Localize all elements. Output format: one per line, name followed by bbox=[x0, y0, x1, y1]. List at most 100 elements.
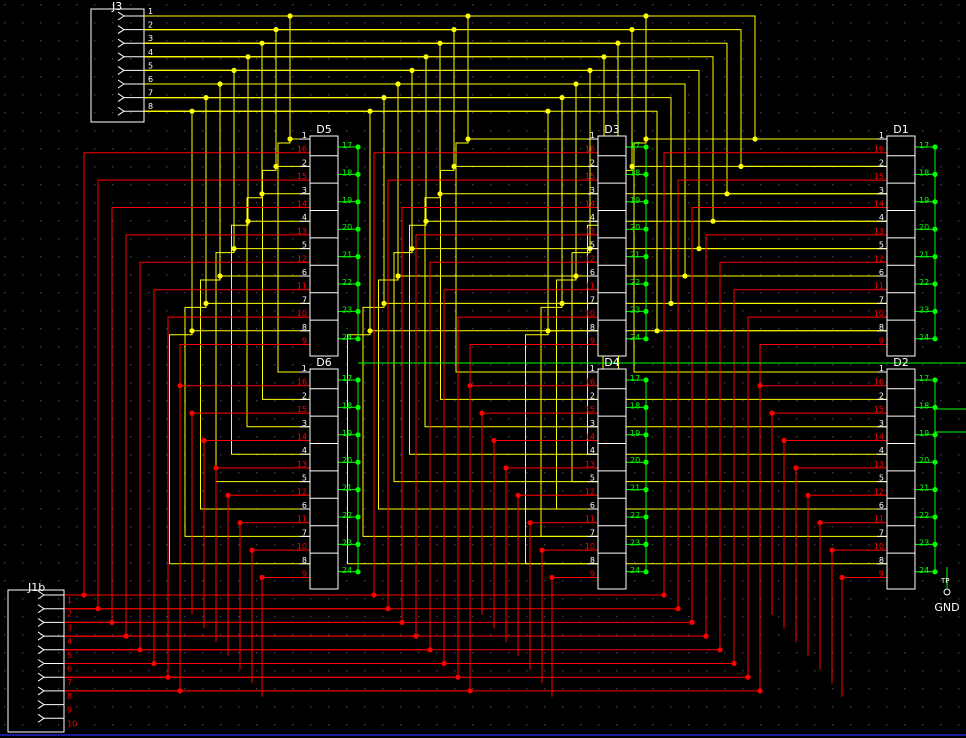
display-pin-label: 10 bbox=[297, 309, 307, 318]
connector-j1b-pin-label: 1 bbox=[67, 596, 72, 605]
display-pin-label: 12 bbox=[297, 254, 307, 263]
net-yellow-junction bbox=[724, 191, 730, 197]
net-red-junction bbox=[201, 437, 207, 444]
display-pin-label: 18 bbox=[919, 168, 929, 177]
display-pin-label: 13 bbox=[297, 227, 307, 236]
display-pin-label: 16 bbox=[585, 378, 595, 387]
display-pin-label: 22 bbox=[630, 278, 640, 287]
display-pin-label: 10 bbox=[585, 542, 595, 551]
display-pin-label: 10 bbox=[585, 309, 595, 318]
display-pin-label: 3 bbox=[879, 419, 884, 428]
display-pin-label: 23 bbox=[919, 538, 929, 547]
connector-j1b-pin-label: 7 bbox=[67, 678, 72, 687]
display-pin-label: 8 bbox=[302, 323, 307, 332]
display-pin-label: 1 bbox=[302, 131, 307, 140]
display-pin-label: 2 bbox=[590, 391, 595, 400]
display-pin-label: 1 bbox=[879, 364, 884, 373]
display-pin-label: 2 bbox=[302, 391, 307, 400]
display-pin-label: 5 bbox=[302, 474, 307, 483]
display-pin-label: 4 bbox=[302, 213, 307, 222]
display-pin-label: 22 bbox=[919, 511, 929, 520]
display-pin-label: 20 bbox=[630, 223, 640, 232]
display-pin-label: 13 bbox=[585, 460, 595, 469]
display-d1-ref: D1 bbox=[893, 123, 908, 136]
net-red-junction bbox=[539, 547, 545, 553]
display-d4-body bbox=[597, 368, 627, 590]
display-pin-label: 21 bbox=[919, 251, 929, 260]
display-pin-label: 7 bbox=[590, 528, 595, 537]
net-red-junction bbox=[259, 574, 265, 581]
net-yellow-junction bbox=[654, 328, 660, 334]
display-pin-label: 3 bbox=[302, 419, 307, 428]
connector-j3-pin-label: 8 bbox=[148, 102, 153, 111]
display-d5-body bbox=[309, 135, 339, 357]
display-pin-label: 14 bbox=[585, 200, 595, 209]
net-red-junction bbox=[479, 410, 485, 416]
display-pin-label: 12 bbox=[297, 487, 307, 496]
display-pin-label: 14 bbox=[297, 433, 307, 442]
display-pin-label: 15 bbox=[874, 172, 884, 181]
net-red-junction bbox=[805, 492, 811, 498]
connector-j1b-ref: J1b bbox=[27, 581, 45, 594]
display-d6-body bbox=[309, 368, 339, 590]
display-pin-label: 6 bbox=[590, 268, 595, 277]
display-pin-label: 23 bbox=[342, 305, 352, 314]
display-pin-label: 23 bbox=[630, 305, 640, 314]
display-pin-label: 24 bbox=[919, 566, 929, 575]
display-d5-ref: D5 bbox=[316, 123, 331, 136]
grid-dots bbox=[0, 0, 966, 734]
display-pin-label: 1 bbox=[590, 364, 595, 373]
display-pin-label: 8 bbox=[879, 556, 884, 565]
display-pin-label: 20 bbox=[919, 456, 929, 465]
display-pin-label: 18 bbox=[342, 401, 352, 410]
display-pin-label: 18 bbox=[630, 168, 640, 177]
display-pin-label: 17 bbox=[342, 141, 352, 150]
display-pin-label: 17 bbox=[342, 374, 352, 383]
display-d6-ref: D6 bbox=[316, 356, 331, 369]
net-red-junction bbox=[769, 410, 775, 416]
display-d4-ref: D4 bbox=[604, 356, 619, 369]
display-pin-label: 10 bbox=[874, 542, 884, 551]
display-pin-label: 8 bbox=[590, 323, 595, 332]
display-pin-label: 14 bbox=[297, 200, 307, 209]
display-pin-label: 4 bbox=[590, 446, 595, 455]
display-pin-label: 13 bbox=[874, 460, 884, 469]
display-pin-label: 22 bbox=[342, 511, 352, 520]
net-red-junction bbox=[839, 574, 845, 581]
net-yellow-junction bbox=[696, 246, 702, 252]
display-pin-label: 12 bbox=[874, 254, 884, 263]
display-pin-label: 22 bbox=[630, 511, 640, 520]
display-pin-label: 22 bbox=[342, 278, 352, 287]
display-pin-label: 11 bbox=[585, 282, 595, 291]
display-pin-label: 5 bbox=[879, 474, 884, 483]
connector-j3-pin-label: 6 bbox=[148, 75, 153, 84]
display-pin-label: 19 bbox=[342, 429, 352, 438]
connector-j3-pin-label: 1 bbox=[148, 7, 153, 16]
display-pin-label: 11 bbox=[874, 282, 884, 291]
display-d2-body bbox=[886, 368, 916, 590]
display-pin-label: 19 bbox=[630, 196, 640, 205]
display-d3-body bbox=[597, 135, 627, 357]
display-pin-label: 15 bbox=[874, 405, 884, 414]
net-yellow-junction bbox=[752, 136, 758, 142]
net-yellow-junction bbox=[710, 218, 716, 224]
net-red-junction bbox=[237, 520, 243, 526]
net-yellow-junction bbox=[738, 163, 744, 169]
display-pin-label: 9 bbox=[590, 570, 595, 579]
display-pin-label: 24 bbox=[919, 333, 929, 342]
connector-j1b-pin-label: 2 bbox=[67, 610, 72, 619]
display-pin-label: 16 bbox=[297, 378, 307, 387]
display-pin-label: 11 bbox=[297, 282, 307, 291]
display-pin-label: 21 bbox=[342, 251, 352, 260]
net-red-junction bbox=[817, 520, 823, 526]
display-pin-label: 8 bbox=[302, 556, 307, 565]
display-pin-label: 19 bbox=[919, 196, 929, 205]
display-pin-label: 24 bbox=[342, 333, 352, 342]
net-red-junction bbox=[249, 547, 255, 553]
net-red-junction bbox=[829, 547, 835, 553]
display-pin-label: 22 bbox=[919, 278, 929, 287]
connector-j3-pin-label: 7 bbox=[148, 89, 153, 98]
display-pin-label: 12 bbox=[585, 487, 595, 496]
display-pin-label: 3 bbox=[590, 419, 595, 428]
display-pin-label: 21 bbox=[342, 484, 352, 493]
